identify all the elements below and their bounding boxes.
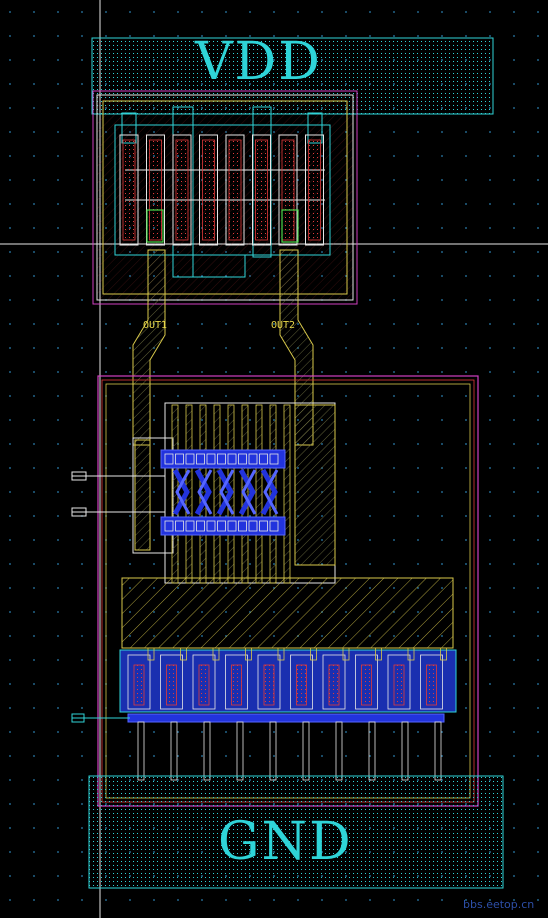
pmos-diffusion [228,139,242,241]
tail-diffusion [166,664,177,706]
gnd-label: GND [218,812,353,872]
tail-contact-row [127,713,445,723]
contact-row-top [160,449,286,469]
pmos-diffusion [122,139,136,241]
contact-row-bottom [160,516,286,536]
tail-diffusion [133,664,145,706]
tail-diffusion [231,664,242,706]
vdd-label: VDD [195,32,322,92]
pmos-block[interactable] [92,90,358,305]
layout-canvas [0,0,548,918]
pmos-diffusion [308,139,321,241]
tail-diffusion [296,664,307,706]
tail-diffusion [426,664,437,706]
out2-label: OUT2 [271,320,296,331]
pmos-diffusion [175,139,189,241]
input-gate-finger [255,404,263,584]
tail-diffusion [328,664,340,706]
tail-diffusion [393,664,405,706]
tail-diffusion [263,664,275,706]
pmos-diffusion [255,139,268,241]
pmos-diffusion [202,139,215,241]
watermark: bbs.eetop.cn [463,898,535,911]
input-gate-finger [283,404,291,584]
tail-diffusion [198,664,210,706]
out1-label: OUT1 [143,320,168,331]
pmos-diffusion [149,139,162,241]
tail-diffusion [361,664,372,706]
pmos-diffusion [281,139,295,241]
input-gate-finger [213,404,221,584]
